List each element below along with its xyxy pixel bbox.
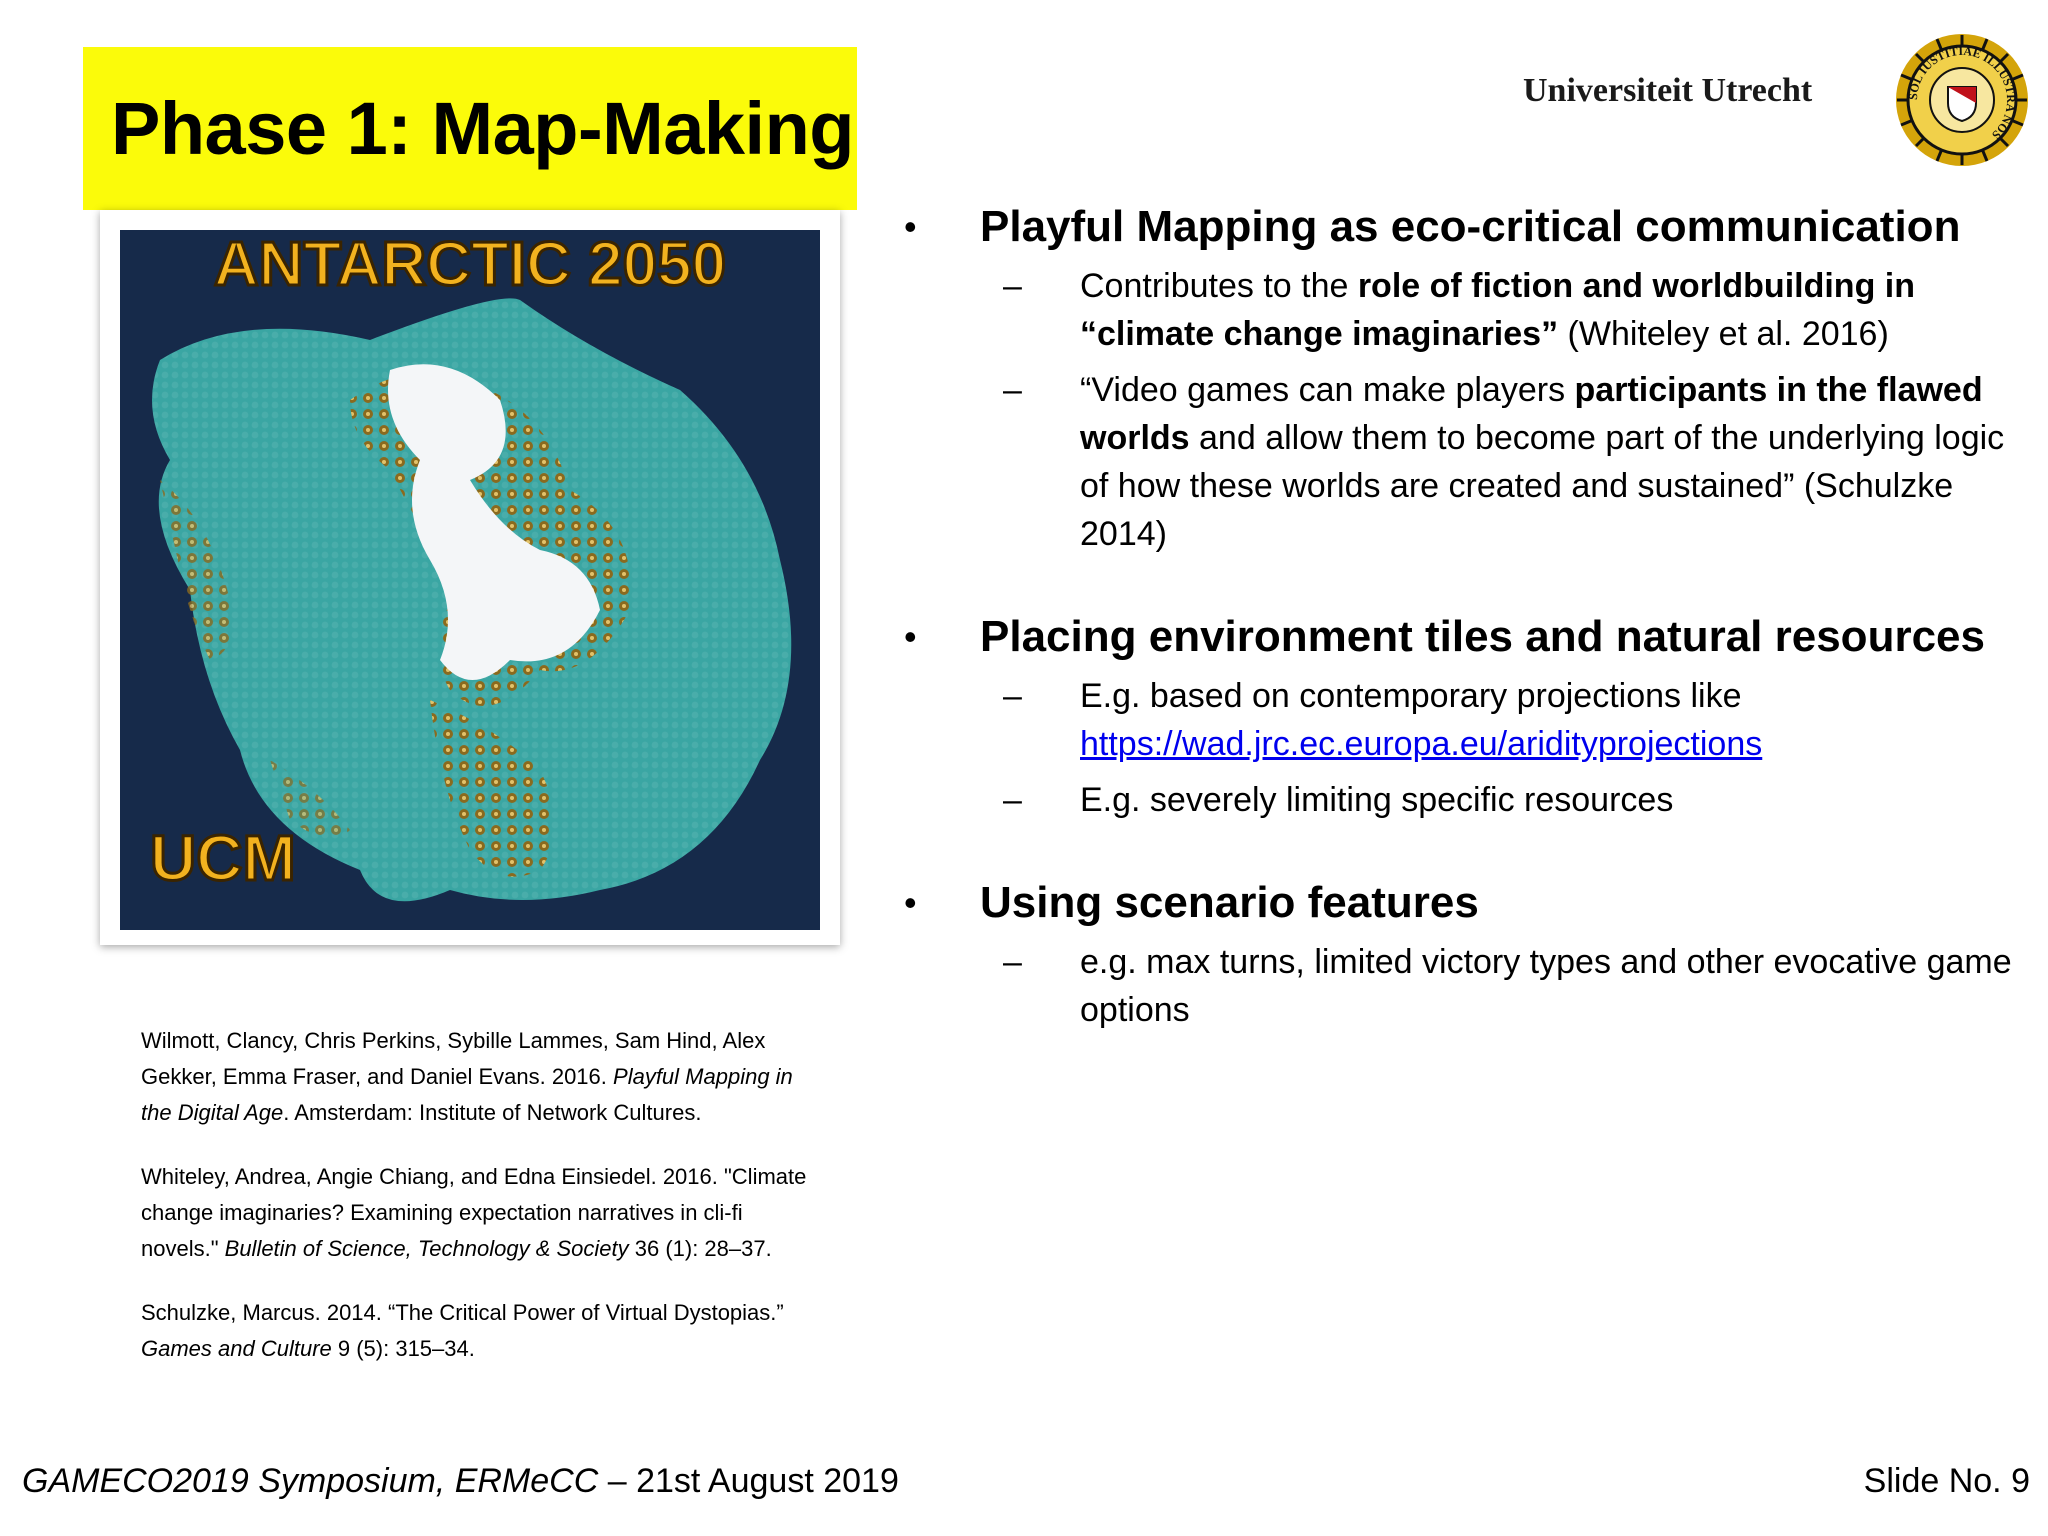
reference-item: Whiteley, Andrea, Angie Chiang, and Edna…	[141, 1164, 807, 1261]
bullet-heading: • Playful Mapping as eco-critical communi…	[900, 200, 2020, 254]
dash-icon: –	[1003, 943, 1022, 981]
map-title: ANTARCTIC 2050	[214, 230, 726, 299]
university-name: Universiteit Utrecht	[1523, 72, 1813, 109]
aridity-projections-link[interactable]: https://wad.jrc.ec.europa.eu/aridityproj…	[1080, 725, 1762, 763]
dash-icon: –	[1003, 781, 1022, 819]
map-caption: UCM	[150, 822, 296, 894]
university-seal-icon: SOL IUSTITIAE ILLUSTRA NOS	[1896, 34, 2028, 166]
map-image-frame: ANTARCTIC 2050 UCM	[100, 210, 840, 945]
footer-event: GAMECO2019 Symposium, ERMeCC – 21st Augu…	[22, 1462, 899, 1500]
bullet-dot-icon: •	[904, 882, 917, 923]
slide-title: Phase 1: Map-Making	[111, 87, 855, 170]
antarctic-2050-map-image: ANTARCTIC 2050 UCM	[120, 230, 820, 930]
sub-bullet: – E.g. severely limiting specific resourc…	[900, 776, 2020, 824]
sub-bullet: – “Video games can make players participa…	[900, 366, 2020, 558]
reference-item: Schulzke, Marcus. 2014. “The Critical Po…	[141, 1300, 784, 1361]
reference-item: Wilmott, Clancy, Chris Perkins, Sybille …	[141, 1028, 793, 1125]
sub-bullet: – E.g. based on contemporary projections …	[900, 672, 2020, 768]
bullet-heading: • Placing environment tiles and natural r…	[900, 610, 2020, 664]
bullet-dot-icon: •	[904, 206, 917, 247]
bullet-list: • Playful Mapping as eco-critical communi…	[900, 200, 2020, 1034]
dash-icon: –	[1003, 267, 1022, 305]
sub-bullet: – Contributes to the role of fiction and …	[900, 262, 2020, 358]
sub-bullet: – e.g. max turns, limited victory types a…	[900, 938, 2020, 1034]
bullet-dot-icon: •	[904, 616, 917, 657]
slide-number: Slide No. 9	[1863, 1462, 2030, 1500]
bullet-heading: • Using scenario features	[900, 876, 2020, 930]
references: Wilmott, Clancy, Chris Perkins, Sybille …	[141, 1023, 821, 1395]
dash-icon: –	[1003, 371, 1022, 409]
dash-icon: –	[1003, 677, 1022, 715]
title-banner: Phase 1: Map-Making	[83, 47, 857, 210]
